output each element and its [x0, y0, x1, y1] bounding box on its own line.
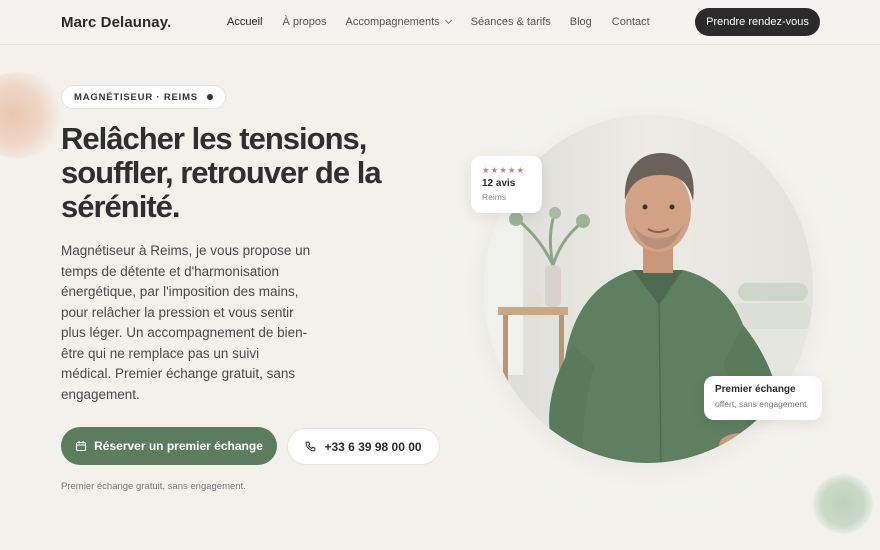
nav-item-accompagnements[interactable]: Accompagnements: [345, 16, 452, 28]
reviews-city: Reims: [482, 192, 507, 202]
profession-badge-label: MAGNÉTISEUR · REIMS: [74, 91, 198, 103]
nav-item-accompagnements-label: Accompagnements: [345, 16, 440, 28]
badge-dot-icon: [206, 94, 213, 100]
brand-logo[interactable]: Marc Delaunay.: [61, 14, 171, 31]
nav-item-seances-tarifs[interactable]: Séances & tarifs: [471, 16, 551, 28]
profession-badge: MAGNÉTISEUR · REIMS: [61, 85, 226, 109]
star-rating-icon: ★★★★★: [482, 165, 526, 175]
first-exchange-subtitle: offert, sans engagement: [715, 399, 807, 409]
reviews-card: ★★★★★ 12 avis Reims: [471, 156, 542, 213]
nav-item-blog[interactable]: Blog: [570, 16, 592, 28]
phone-icon: [306, 441, 316, 452]
nav-item-a-propos[interactable]: À propos: [282, 16, 326, 28]
hero-title: Relâcher les tensions, souffler, retrouv…: [61, 121, 382, 224]
decorative-green-blob: [813, 474, 873, 534]
first-exchange-card: Premier échange offert, sans engagement: [704, 376, 822, 420]
first-exchange-title: Premier échange: [715, 384, 796, 395]
main-nav: Accueil À propos Accompagnements Séances…: [227, 16, 650, 28]
chevron-down-icon: [444, 16, 452, 25]
book-first-exchange-label: Réserver un premier échange: [94, 439, 263, 453]
phone-call-button[interactable]: +33 6 39 98 00 00: [287, 428, 440, 465]
book-appointment-button[interactable]: Prendre rendez-vous: [695, 8, 820, 36]
decorative-peach-blob: [0, 72, 65, 158]
book-first-exchange-button[interactable]: Réserver un premier échange: [61, 427, 277, 465]
hero-footnote: Premier échange gratuit, sans engagement…: [61, 481, 246, 492]
nav-item-contact[interactable]: Contact: [612, 16, 650, 28]
phone-number-label: +33 6 39 98 00 00: [324, 439, 422, 454]
site-header: Marc Delaunay. Accueil À propos Accompag…: [0, 0, 880, 45]
hero-description: Magnétiseur à Reims, je vous propose un …: [61, 243, 311, 402]
calendar-icon: [76, 441, 87, 452]
nav-item-accueil[interactable]: Accueil: [227, 16, 262, 28]
reviews-count: 12 avis: [482, 178, 516, 189]
